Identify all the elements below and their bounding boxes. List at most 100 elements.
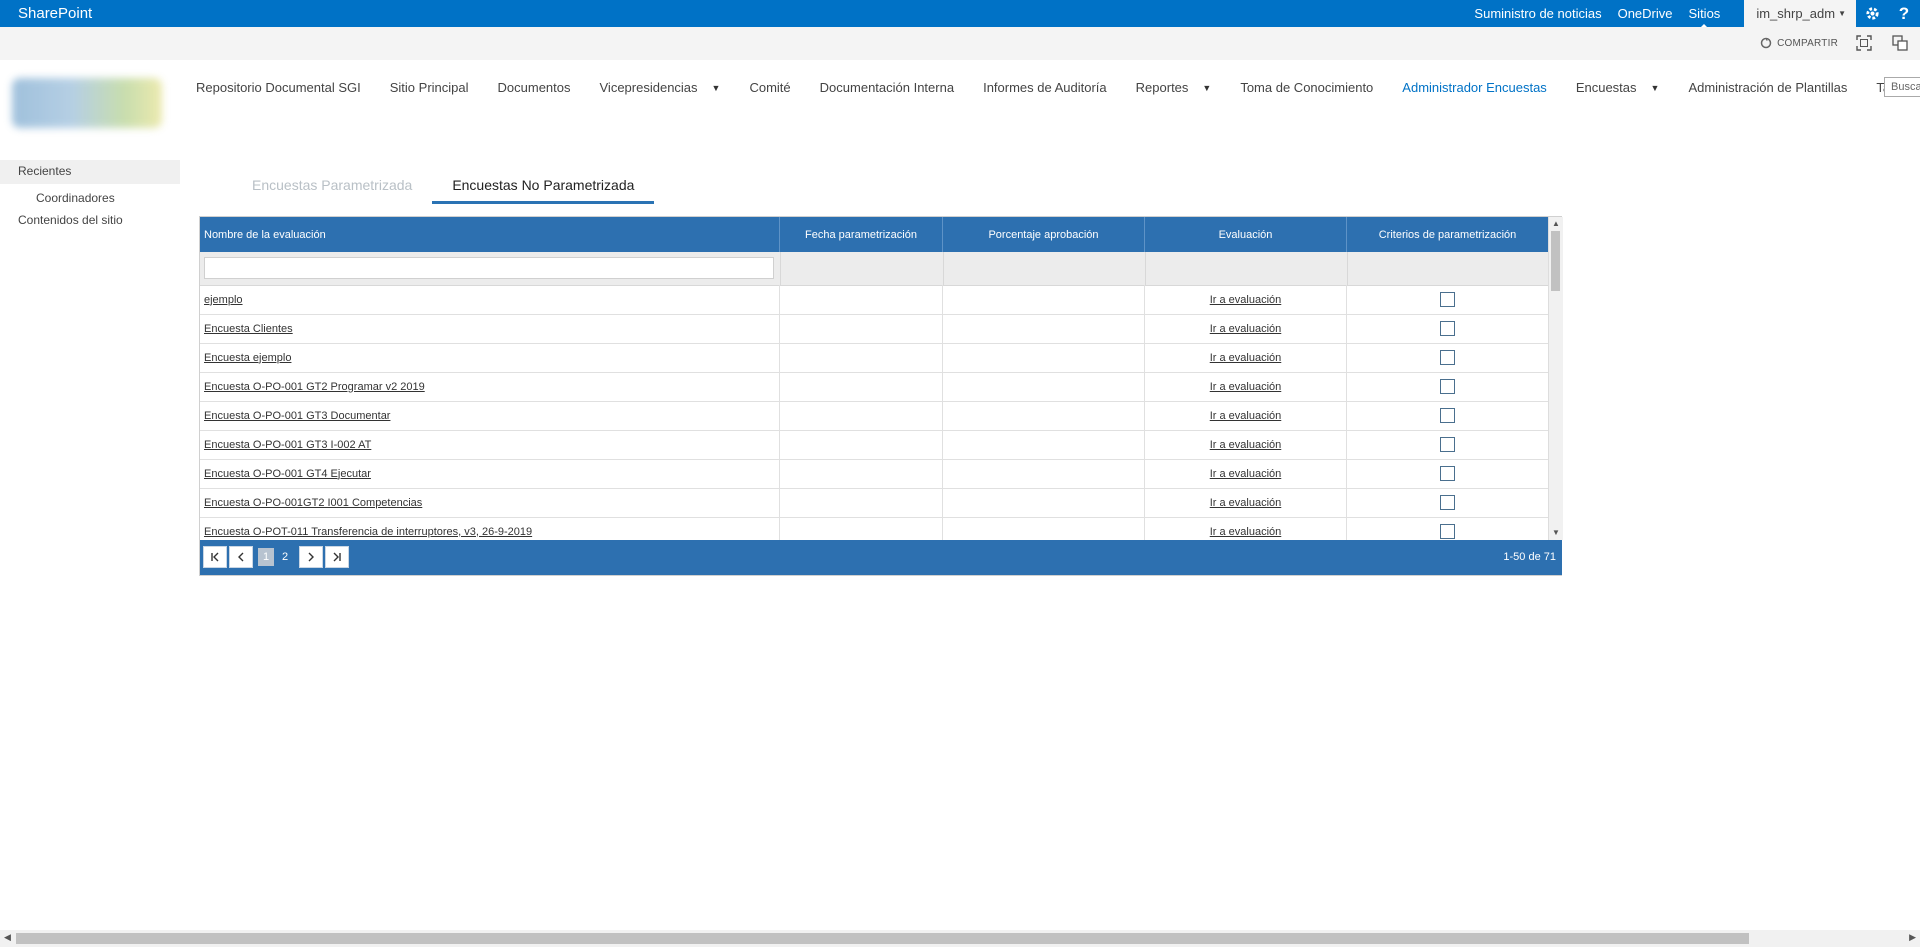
column-header-percentage[interactable]: Porcentaje aprobación [943, 217, 1145, 252]
criteria-cell [1347, 372, 1548, 401]
survey-name-link[interactable]: Encuesta O-PO-001 GT2 Programar v2 2019 [204, 381, 425, 393]
scroll-thumb[interactable] [1551, 231, 1560, 291]
criteria-checkbox[interactable] [1440, 350, 1455, 365]
go-to-evaluation-link[interactable]: Ir a evaluación [1210, 468, 1282, 480]
go-to-evaluation-link[interactable]: Ir a evaluación [1210, 294, 1282, 306]
share-button[interactable]: COMPARTIR [1760, 37, 1838, 49]
last-page-button[interactable] [325, 546, 349, 568]
percentage-cell [943, 430, 1145, 459]
focus-icon[interactable] [1856, 35, 1872, 51]
nav-item-9[interactable]: Administrador Encuestas [1402, 80, 1547, 95]
nav-item-label: Encuestas [1575, 80, 1637, 95]
scroll-down-icon[interactable]: ▼ [1549, 527, 1563, 539]
table-row: Encuesta O-PO-001 GT2 Programar v2 2019 I… [200, 372, 1548, 402]
leftnav-recent[interactable]: Recientes [0, 160, 180, 184]
go-to-evaluation-link[interactable]: Ir a evaluación [1210, 410, 1282, 422]
first-page-icon [211, 552, 219, 562]
nav-item-0[interactable]: Repositorio Documental SGI [196, 80, 361, 95]
share-label: COMPARTIR [1777, 37, 1838, 49]
criteria-checkbox[interactable] [1440, 437, 1455, 452]
first-page-button[interactable] [203, 546, 227, 568]
filter-divider [943, 252, 944, 285]
go-to-evaluation-link[interactable]: Ir a evaluación [1210, 497, 1282, 509]
nav-item-4[interactable]: Comité [749, 80, 790, 95]
tab-parametrized[interactable]: Encuestas Parametrizada [232, 172, 432, 204]
site-logo[interactable] [12, 78, 162, 128]
go-to-evaluation-link[interactable]: Ir a evaluación [1210, 323, 1282, 335]
prev-page-button[interactable] [229, 546, 253, 568]
survey-name-link[interactable]: Encuesta ejemplo [204, 352, 291, 364]
survey-name-link[interactable]: Encuesta O-POT-011 Transferencia de inte… [204, 526, 532, 538]
onedrive-link[interactable]: OneDrive [1618, 6, 1673, 21]
app-brand[interactable]: SharePoint [18, 5, 92, 22]
column-header-name[interactable]: Nombre de la evaluación [200, 217, 780, 252]
leftnav-site-contents[interactable]: Contenidos del sitio [0, 209, 180, 227]
criteria-checkbox[interactable] [1440, 466, 1455, 481]
caret-down-icon[interactable]: ▼ [712, 83, 721, 93]
nav-item-label: Sitio Principal [389, 80, 469, 95]
user-name: im_shrp_adm [1756, 6, 1836, 21]
table-row: Encuesta O-PO-001 GT4 Ejecutar Ir a evalu… [200, 459, 1548, 489]
criteria-checkbox[interactable] [1440, 524, 1455, 539]
search-input[interactable]: Buscar [1884, 77, 1920, 97]
link-cell: Ir a evaluación [1145, 343, 1347, 372]
criteria-checkbox[interactable] [1440, 292, 1455, 307]
grid-vertical-scrollbar[interactable]: ▲ ▼ [1548, 217, 1563, 540]
next-page-button[interactable] [299, 546, 323, 568]
page-number-current[interactable]: 1 [258, 548, 274, 566]
nav-item-8[interactable]: Toma de Conocimiento [1240, 80, 1373, 95]
link-cell: Ir a evaluación [1145, 488, 1347, 517]
go-to-evaluation-link[interactable]: Ir a evaluación [1210, 381, 1282, 393]
nav-item-10[interactable]: Encuestas ▼ [1576, 80, 1660, 95]
sites-link[interactable]: Sitios [1689, 6, 1720, 28]
go-to-evaluation-link[interactable]: Ir a evaluación [1210, 526, 1282, 538]
survey-name-link[interactable]: Encuesta O-PO-001 GT4 Ejecutar [204, 468, 371, 480]
date-cell [780, 343, 943, 372]
gear-icon[interactable] [1856, 0, 1888, 27]
user-menu[interactable]: im_shrp_adm ▼ [1744, 0, 1856, 27]
nav-item-3[interactable]: Vicepresidencias ▼ [600, 80, 721, 95]
criteria-checkbox[interactable] [1440, 321, 1455, 336]
survey-name-link[interactable]: Encuesta O-PO-001 GT3 Documentar [204, 410, 390, 422]
survey-name-link[interactable]: ejemplo [204, 294, 243, 306]
nav-item-2[interactable]: Documentos [498, 80, 571, 95]
column-header-evaluation[interactable]: Evaluación [1145, 217, 1347, 252]
link-cell: ejemplo [200, 285, 780, 314]
scroll-thumb[interactable] [16, 933, 1749, 944]
nav-item-1[interactable]: Sitio Principal [390, 80, 469, 95]
link-cell: Ir a evaluación [1145, 314, 1347, 343]
nav-item-7[interactable]: Reportes ▼ [1136, 80, 1212, 95]
column-header-date[interactable]: Fecha parametrización [780, 217, 943, 252]
scroll-left-icon[interactable]: ◀ [4, 932, 11, 943]
grid-pager: 1 2 1-50 de 71 [200, 540, 1562, 575]
criteria-checkbox[interactable] [1440, 495, 1455, 510]
criteria-checkbox[interactable] [1440, 379, 1455, 394]
top-navigation: Repositorio Documental SGI Sitio Principa… [196, 80, 1920, 95]
page-horizontal-scrollbar[interactable]: ◀ ▶ [0, 930, 1920, 947]
ribbon-bar: COMPARTIR [0, 27, 1920, 60]
scroll-right-icon[interactable]: ▶ [1909, 932, 1916, 943]
page-number[interactable]: 2 [277, 548, 293, 566]
caret-down-icon[interactable]: ▼ [1202, 83, 1211, 93]
go-to-evaluation-link[interactable]: Ir a evaluación [1210, 352, 1282, 364]
caret-down-icon[interactable]: ▼ [1651, 83, 1660, 93]
survey-name-link[interactable]: Encuesta O-PO-001GT2 I001 Competencias [204, 497, 422, 509]
survey-name-link[interactable]: Encuesta Clientes [204, 323, 293, 335]
leftnav-coordinators[interactable]: Coordinadores [0, 184, 180, 209]
scroll-up-icon[interactable]: ▲ [1549, 218, 1563, 230]
criteria-checkbox[interactable] [1440, 408, 1455, 423]
survey-name-link[interactable]: Encuesta O-PO-001 GT3 I-002 AT [204, 439, 371, 451]
go-to-evaluation-link[interactable]: Ir a evaluación [1210, 439, 1282, 451]
nav-item-6[interactable]: Informes de Auditoría [983, 80, 1107, 95]
tab-non-parametrized[interactable]: Encuestas No Parametrizada [432, 172, 655, 204]
sync-icon[interactable] [1892, 35, 1908, 51]
name-filter-input[interactable] [204, 257, 774, 279]
nav-item-11[interactable]: Administración de Plantillas [1688, 80, 1847, 95]
table-row: Encuesta O-PO-001GT2 I001 Competencias Ir… [200, 488, 1548, 518]
help-icon[interactable]: ? [1888, 0, 1920, 27]
column-header-criteria[interactable]: Criterios de parametrización [1347, 217, 1548, 252]
nav-item-label: Administración de Plantillas [1688, 80, 1848, 95]
newsfeed-link[interactable]: Suministro de noticias [1474, 6, 1601, 21]
nav-item-5[interactable]: Documentación Interna [820, 80, 954, 95]
criteria-cell [1347, 314, 1548, 343]
